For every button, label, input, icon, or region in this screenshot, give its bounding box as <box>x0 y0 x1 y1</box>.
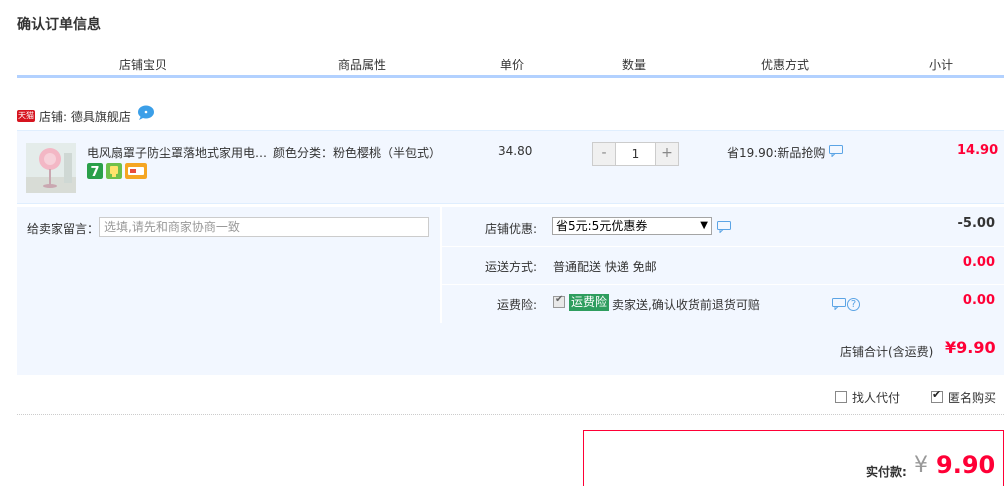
row-divider <box>442 246 1004 247</box>
order-options: 给卖家留言： 选填,请先和商家协商一致 店铺优惠: 省5元:5元优惠券 ▼ -5… <box>17 207 1004 375</box>
proxy-pay-option[interactable]: 找人代付 <box>835 389 900 405</box>
insurance-label: 运费险: <box>496 298 537 312</box>
shop-discount-label: 店铺优惠: <box>484 222 537 236</box>
product-attributes: 颜色分类：粉色樱桃（半包式） <box>273 146 442 160</box>
svg-text:7: 7 <box>90 165 99 179</box>
header-divider <box>876 57 877 73</box>
row-divider <box>442 284 1004 285</box>
message-label: 给卖家留言： <box>27 222 100 236</box>
proxy-pay-label: 找人代付 <box>852 390 901 405</box>
insurance-amount: 0.00 <box>962 293 995 308</box>
seven-day-return-icon[interactable]: 7 <box>87 163 103 179</box>
header-discount: 优惠方式 <box>761 58 810 72</box>
fan-cover-image <box>26 143 76 193</box>
shipping-method: 普通配送 快递 免邮 <box>553 260 657 274</box>
anonymous-checkbox[interactable] <box>931 388 943 403</box>
shipping-label: 运送方式: <box>484 260 537 274</box>
header-price: 单价 <box>500 58 525 72</box>
message-panel: 给卖家留言： 选填,请先和商家协商一致 <box>17 207 441 323</box>
shop-total-row: 店铺合计(含运费) ¥9.90 <box>17 323 1004 375</box>
item-subtotal: 14.90 <box>957 143 999 158</box>
guarantee-icon[interactable] <box>106 163 122 179</box>
anonymous-option[interactable]: 匿名购买 <box>931 388 997 405</box>
header-subtotal: 小计 <box>929 58 954 72</box>
promotion-text: 省19.90:新品抢购 <box>727 146 826 160</box>
header-divider <box>695 57 696 73</box>
service-badges: 7 <box>87 163 147 179</box>
quantity-stepper: - 1 + <box>592 142 679 166</box>
quantity-decrease-button[interactable]: - <box>593 143 615 165</box>
discount-comment-icon[interactable] <box>717 221 731 233</box>
insurance-text: 卖家送,确认收货前退货可赔 <box>612 298 760 312</box>
shop-row: 天猫 店铺: 德具旗舰店 <box>17 105 154 126</box>
product-title[interactable]: 电风扇罩子防尘罩落地式家用电风扇套全包 <box>87 144 269 161</box>
insurance-comment-icon[interactable] <box>832 298 846 310</box>
shop-discount-amount: -5.00 <box>957 216 995 231</box>
credit-card-icon[interactable] <box>125 163 147 179</box>
header-shop-items: 店铺宝贝 <box>119 58 168 72</box>
pay-label: 实付款: <box>866 465 907 479</box>
payment-summary: 实付款: ¥ 9.90 <box>583 430 1004 486</box>
quantity-input[interactable]: 1 <box>615 143 656 165</box>
proxy-pay-checkbox[interactable] <box>835 391 847 403</box>
page-title: 确认订单信息 <box>17 17 101 33</box>
header-quantity: 数量 <box>622 58 647 72</box>
shipping-amount: 0.00 <box>962 255 995 270</box>
header-divider <box>474 57 475 73</box>
chat-seller-icon[interactable] <box>137 105 155 121</box>
header-attributes: 商品属性 <box>338 58 387 72</box>
shop-total-label: 店铺合计(含运费) <box>840 345 934 359</box>
check-icon: ✔ <box>555 294 564 305</box>
shop-name[interactable]: 店铺: 德具旗舰店 <box>39 108 131 125</box>
pay-amount: 9.90 <box>936 451 996 479</box>
insurance-checkbox[interactable]: ✔ <box>553 294 565 308</box>
quantity-increase-button[interactable]: + <box>656 143 678 165</box>
chevron-down-icon: ▼ <box>700 220 708 231</box>
shop-total-amount: ¥9.90 <box>945 338 996 357</box>
promo-comment-icon[interactable] <box>829 145 843 157</box>
tmall-badge: 天猫 <box>17 110 35 122</box>
currency-symbol: ¥ <box>914 453 928 478</box>
coupon-select[interactable]: 省5元:5元优惠券 ▼ <box>552 217 712 235</box>
unit-price: 34.80 <box>498 144 533 158</box>
header-divider <box>574 57 575 73</box>
seller-message-input[interactable]: 选填,请先和商家协商一致 <box>99 217 429 237</box>
divider <box>17 414 1004 415</box>
insurance-tag: 运费险 <box>569 294 610 311</box>
product-thumbnail[interactable] <box>26 143 76 193</box>
order-item-row: 电风扇罩子防尘罩落地式家用电风扇套全包 7 颜色分类：粉色樱桃（半包式） 34.… <box>17 130 1004 204</box>
coupon-select-value: 省5元:5元优惠券 <box>556 219 648 233</box>
header-divider <box>272 57 273 73</box>
anonymous-label: 匿名购买 <box>948 390 997 405</box>
table-header: 店铺宝贝 商品属性 单价 数量 优惠方式 小计 <box>17 52 1004 78</box>
help-icon[interactable]: ? <box>847 298 860 311</box>
